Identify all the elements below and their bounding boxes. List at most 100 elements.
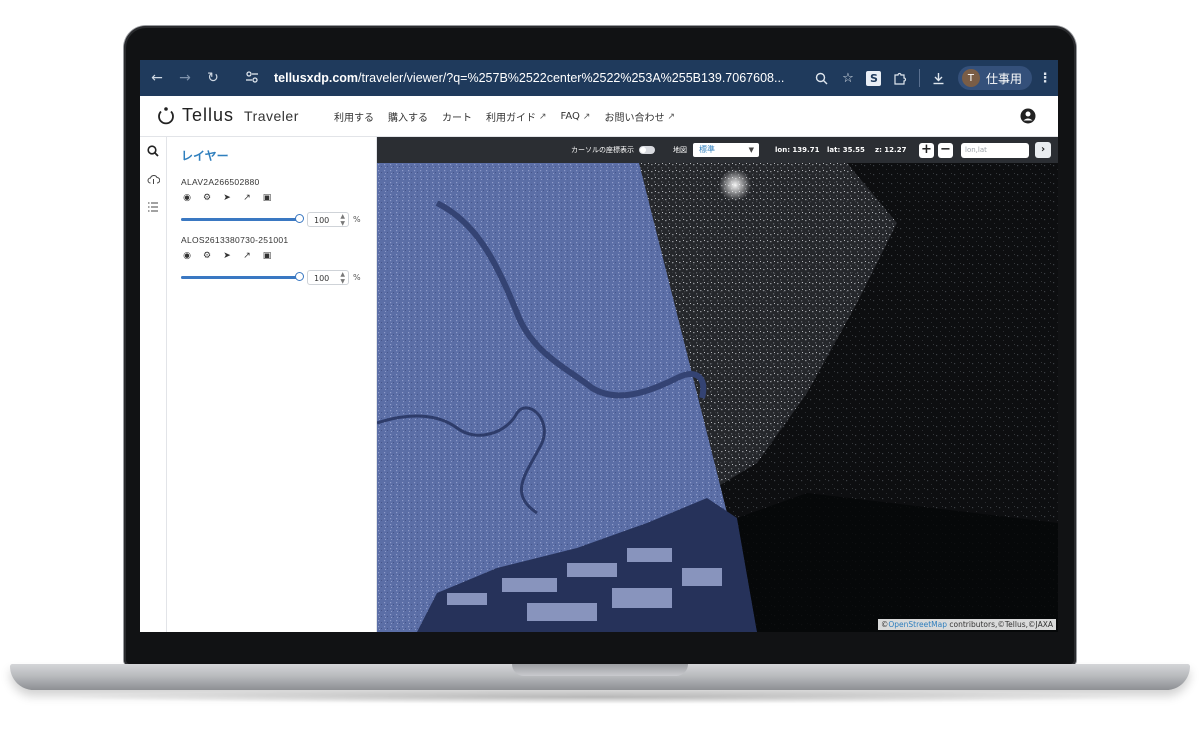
chevron-down-icon: ▼ (748, 146, 754, 154)
nav-label: カート (442, 113, 472, 124)
opacity-slider-fill (181, 276, 299, 279)
lat-readout: lat: 35.55 (827, 146, 865, 154)
satellite-imagery (377, 163, 1058, 632)
nav-label: 購入する (388, 113, 428, 124)
laptop-shadow (60, 690, 1140, 704)
avatar: T (961, 69, 980, 87)
coordinate-search: lon,lat › (961, 137, 1051, 163)
nav-item-guide[interactable]: 利用ガイド ↗ (486, 109, 547, 125)
basemap-label: 地図 (673, 146, 687, 154)
attribution-suffix: contributors,©Tellus,©JAXA (947, 620, 1053, 629)
nav-item-faq[interactable]: FAQ ↗ (561, 109, 591, 124)
opacity-value: 100 (314, 274, 330, 283)
laptop-notch (512, 664, 688, 676)
visibility-eye-icon[interactable]: ◉ (181, 193, 193, 203)
external-link-icon: ↗ (667, 111, 676, 122)
reload-icon[interactable]: ↻ (202, 67, 224, 89)
layer-panel: レイヤー ALAV2A266502880 ◉ ⚙ ➤ ↗ ▣ 100 ▲ ▼ % A… (167, 137, 377, 632)
left-rail (140, 137, 167, 632)
screen: ← → ↻ tellusxdp.com/traveler/viewer/?q=%… (140, 60, 1058, 632)
more-menu-icon[interactable]: ⋮ (1032, 65, 1058, 91)
app-header: Tellus Traveler 利用する 購入する カート 利用ガイド ↗ FAQ… (140, 96, 1058, 137)
basemap-select: 地図 標準 ▼ (673, 137, 759, 163)
tellus-logo-icon (158, 106, 174, 124)
profile-name: 仕事用 (985, 71, 1022, 86)
spinner-icon[interactable]: ▲ ▼ (340, 213, 345, 227)
layer-name: ALOS2613380730-251001 (181, 235, 289, 245)
opacity-slider[interactable] (181, 272, 304, 281)
url-path: /traveler/viewer/?q=%257B%2522center%252… (358, 71, 785, 85)
bright-reflection (719, 169, 751, 201)
zoom-readout: z: 12.27 (875, 146, 907, 154)
toggle-switch[interactable] (639, 146, 655, 154)
settings-gear-icon[interactable]: ⚙ (201, 251, 213, 261)
opacity-slider[interactable] (181, 214, 304, 223)
layers-list-icon[interactable] (140, 193, 166, 221)
layer-tools: ◉ ⚙ ➤ ↗ ▣ (181, 193, 371, 203)
layer-name: ALAV2A266502880 (181, 177, 260, 187)
locate-arrow-icon[interactable]: ➤ (221, 251, 233, 261)
nav-item-purchase[interactable]: 購入する (388, 109, 428, 124)
cursor-coords-label: カーソルの座標表示 (571, 146, 634, 154)
nav-item-use[interactable]: 利用する (334, 109, 374, 124)
nav-label: 利用ガイド (486, 113, 536, 124)
basemap-dropdown[interactable]: 標準 ▼ (693, 143, 759, 157)
opacity-slider-thumb[interactable] (295, 272, 304, 281)
basemap-value: 標準 (699, 145, 715, 154)
extension-s-icon[interactable]: S (861, 65, 887, 91)
opacity-slider-fill (181, 218, 299, 221)
visibility-eye-icon[interactable]: ◉ (181, 251, 193, 261)
map-toolbar: カーソルの座標表示 地図 標準 ▼ lon: 139.71 lat: 35.55 … (377, 137, 1058, 163)
browser-toolbar: ← → ↻ tellusxdp.com/traveler/viewer/?q=%… (140, 60, 1058, 96)
opacity-value: 100 (314, 216, 330, 225)
logo-subtitle: Traveler (244, 107, 299, 124)
toolbar-divider (918, 69, 920, 87)
forward-icon[interactable]: → (174, 67, 196, 89)
spinner-icon[interactable]: ▲ ▼ (340, 271, 345, 285)
osm-link[interactable]: OpenStreetMap (888, 620, 947, 629)
external-link-icon: ↗ (539, 111, 547, 122)
tellus-logo[interactable]: Tellus Traveler (156, 105, 299, 126)
zoom-in-button[interactable]: + (919, 142, 934, 158)
export-icon[interactable]: ↗ (241, 193, 253, 203)
layer-item: ALOS2613380730-251001 ◉ ⚙ ➤ ↗ ▣ 100 ▲ ▼ % (181, 235, 371, 285)
opacity-control: 100 ▲ ▼ % (181, 212, 371, 227)
map-view[interactable]: ©OpenStreetMap contributors,©Tellus,©JAX… (377, 163, 1058, 632)
url-domain: tellusxdp.com (274, 71, 359, 85)
delete-trash-icon[interactable]: ▣ (261, 193, 273, 203)
bookmark-star-icon[interactable]: ☆ (835, 65, 861, 91)
nav-label: お問い合わせ (604, 113, 665, 124)
cloud-upload-icon[interactable] (140, 165, 166, 193)
locate-arrow-icon[interactable]: ➤ (221, 193, 233, 203)
export-icon[interactable]: ↗ (241, 251, 253, 261)
lon-readout: lon: 139.71 (775, 146, 820, 154)
opacity-input[interactable]: 100 ▲ ▼ (307, 212, 349, 227)
logo-name: Tellus (182, 105, 235, 125)
user-account-icon[interactable] (1020, 108, 1036, 124)
opacity-unit: % (353, 215, 361, 224)
zoom-controls: + − (919, 137, 953, 163)
panel-title: レイヤー (181, 149, 229, 163)
zoom-icon[interactable] (809, 65, 835, 91)
address-bar[interactable]: tellusxdp.com/traveler/viewer/?q=%257B%2… (274, 67, 784, 89)
opacity-control: 100 ▲ ▼ % (181, 270, 371, 285)
extensions-puzzle-icon[interactable] (887, 65, 913, 91)
profile-chip[interactable]: T 仕事用 (957, 66, 1032, 90)
nav-item-cart[interactable]: カート (442, 109, 472, 124)
search-icon[interactable] (140, 137, 166, 165)
go-arrow-button[interactable]: › (1035, 142, 1051, 158)
nav-label: 利用する (334, 113, 374, 124)
zoom-out-button[interactable]: − (938, 142, 953, 158)
site-settings-icon[interactable] (244, 69, 260, 85)
lonlat-input[interactable]: lon,lat (961, 142, 1029, 158)
nav-item-contact[interactable]: お問い合わせ ↗ (604, 109, 676, 125)
cursor-coords-toggle[interactable]: カーソルの座標表示 (571, 137, 655, 163)
download-icon[interactable] (926, 65, 952, 91)
main-nav: 利用する 購入する カート 利用ガイド ↗ FAQ ↗ お問い合わせ ↗ (334, 109, 675, 124)
layer-item: ALAV2A266502880 ◉ ⚙ ➤ ↗ ▣ 100 ▲ ▼ % (181, 177, 371, 227)
settings-gear-icon[interactable]: ⚙ (201, 193, 213, 203)
delete-trash-icon[interactable]: ▣ (261, 251, 273, 261)
opacity-input[interactable]: 100 ▲ ▼ (307, 270, 349, 285)
back-icon[interactable]: ← (146, 67, 168, 89)
opacity-slider-thumb[interactable] (295, 214, 304, 223)
